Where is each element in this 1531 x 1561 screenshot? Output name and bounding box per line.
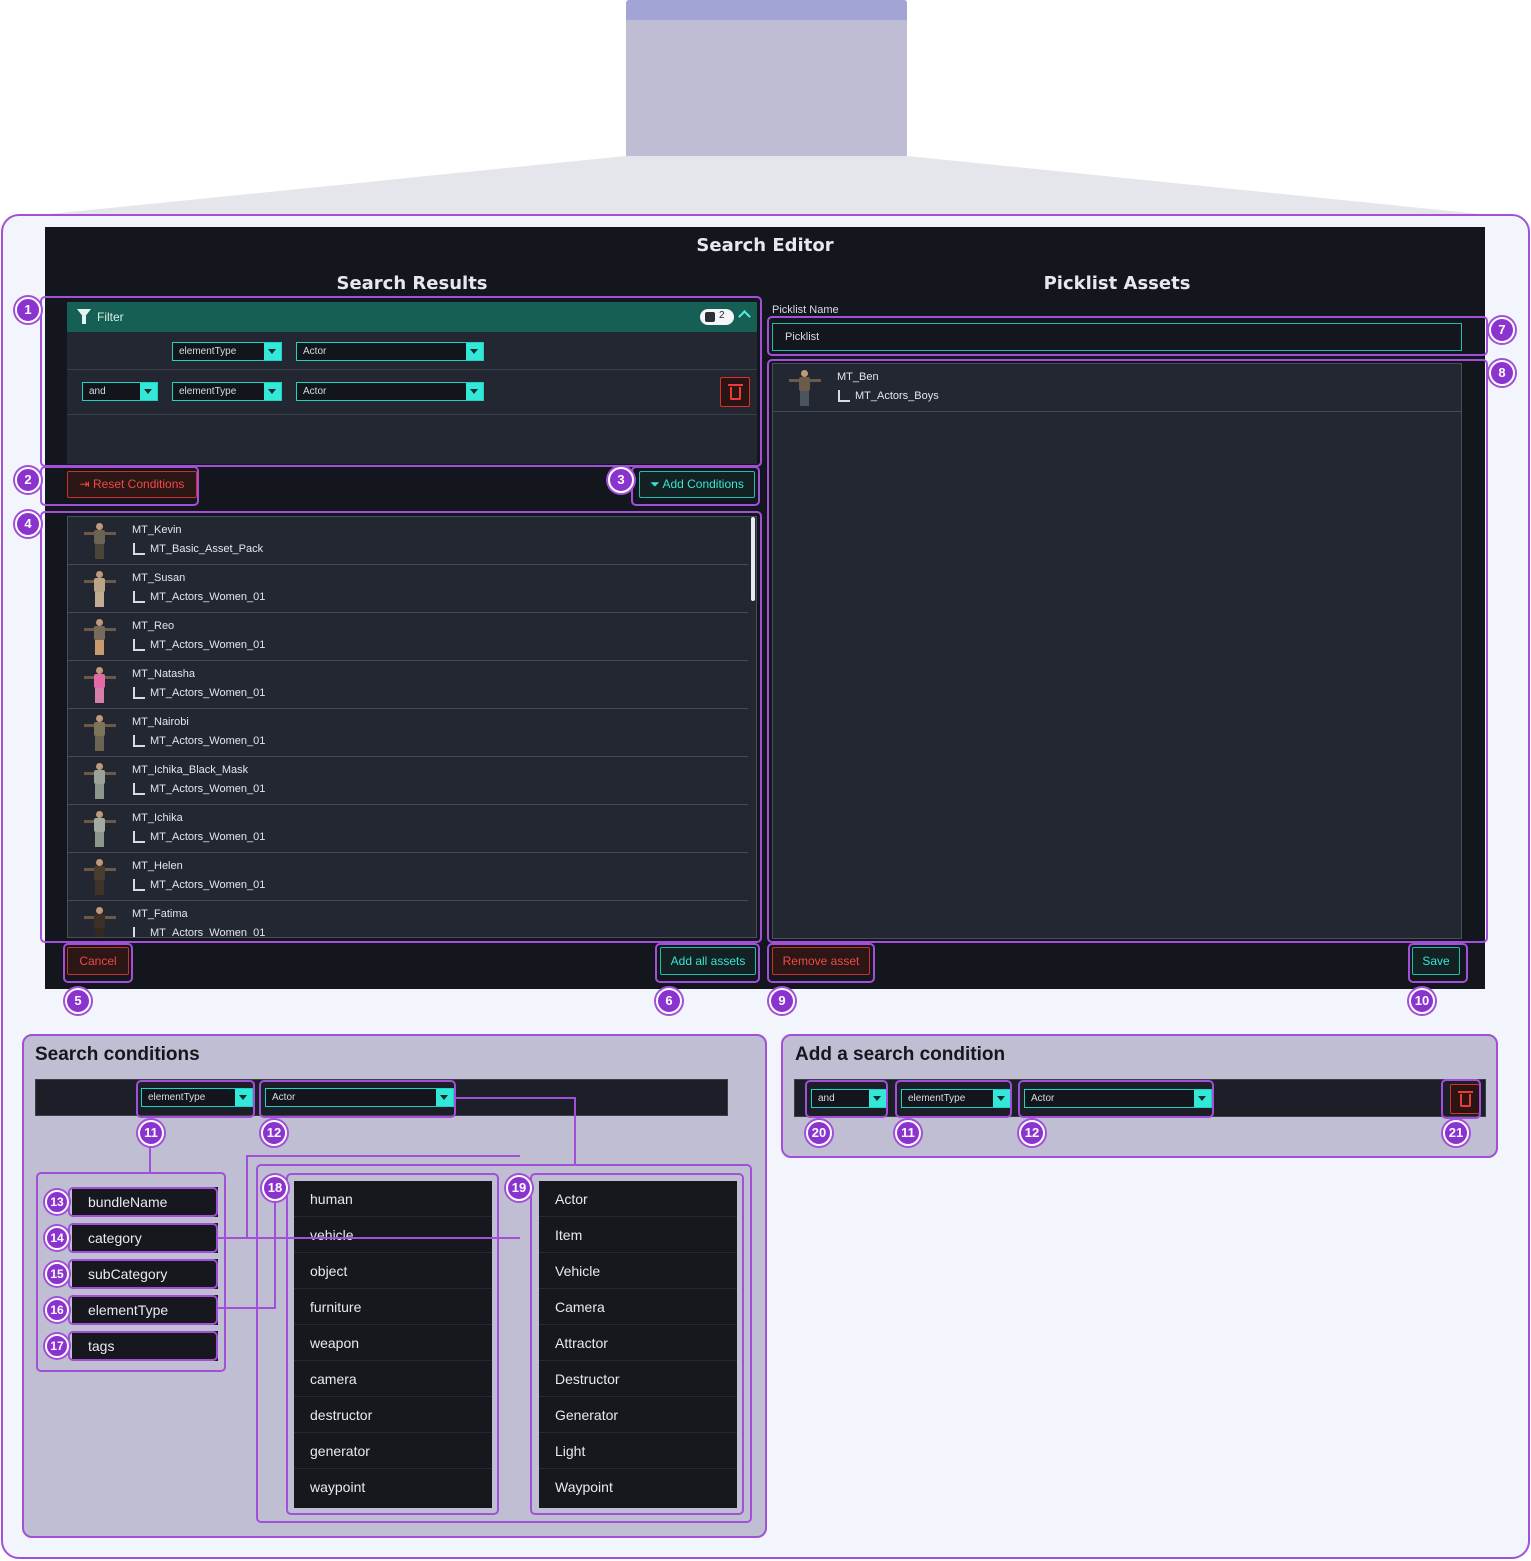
- callout-badge: 18: [262, 1175, 288, 1201]
- callout-badge: 16: [45, 1298, 69, 1322]
- callout-badge: 15: [45, 1262, 69, 1286]
- connector-line: [246, 1155, 520, 1239]
- callout-frame: [1018, 1080, 1214, 1118]
- callout-frame: [68, 1187, 218, 1217]
- callout-badge: 9: [769, 988, 795, 1014]
- callout-frame: [1441, 1079, 1481, 1119]
- callout-badge: 17: [45, 1334, 69, 1358]
- callout-frame: [40, 296, 762, 467]
- callout-badge: 1: [15, 297, 41, 323]
- callout-badge: 21: [1443, 1120, 1469, 1146]
- callout-frame: [805, 1080, 888, 1118]
- callout-frame: [1408, 943, 1468, 983]
- callout-badge: 12: [1019, 1120, 1045, 1146]
- callout-badge: 19: [506, 1175, 532, 1201]
- callout-badge: 14: [45, 1226, 69, 1250]
- callout-frame: [767, 316, 1488, 356]
- callout-badge: 13: [45, 1190, 69, 1214]
- callout-badge: 8: [1489, 360, 1515, 386]
- callout-badge: 4: [15, 511, 41, 537]
- callout-frame: [895, 1080, 1012, 1118]
- zoom-funnel: [30, 156, 1500, 216]
- callout-frame: [63, 943, 133, 983]
- callout-frame: [68, 1295, 218, 1325]
- callout-frame: [767, 943, 875, 983]
- callout-badge: 2: [15, 467, 41, 493]
- add-condition-title: Add a search condition: [795, 1044, 1006, 1065]
- callout-badge: 10: [1409, 988, 1435, 1014]
- callout-badge: 20: [806, 1120, 832, 1146]
- editor-title: Search Editor: [696, 235, 834, 256]
- callout-frame: [40, 511, 762, 943]
- callout-frame: [68, 1331, 218, 1361]
- callout-badge: 6: [656, 988, 682, 1014]
- callout-frame: [631, 466, 760, 506]
- callout-frame: [136, 1080, 255, 1118]
- callout-frame: [68, 1259, 218, 1289]
- callout-frame: [655, 943, 760, 983]
- picklist-name-label: Picklist Name: [772, 304, 839, 316]
- callout-badge: 11: [138, 1120, 164, 1146]
- search-conditions-title: Search conditions: [35, 1044, 200, 1065]
- callout-badge: 11: [895, 1120, 921, 1146]
- callout-frame: [68, 1223, 218, 1253]
- connector-line: [218, 1197, 276, 1309]
- preview-window: [626, 0, 907, 158]
- picklist-assets-title: Picklist Assets: [1043, 273, 1191, 294]
- search-results-title: Search Results: [336, 273, 488, 294]
- callout-frame: [40, 466, 199, 506]
- callout-badge: 3: [608, 467, 634, 493]
- callout-badge: 7: [1489, 317, 1515, 343]
- callout-frame: [767, 359, 1488, 943]
- callout-frame: [259, 1080, 456, 1118]
- callout-frame: [530, 1173, 744, 1515]
- callout-badge: 5: [65, 988, 91, 1014]
- callout-badge: 12: [261, 1120, 287, 1146]
